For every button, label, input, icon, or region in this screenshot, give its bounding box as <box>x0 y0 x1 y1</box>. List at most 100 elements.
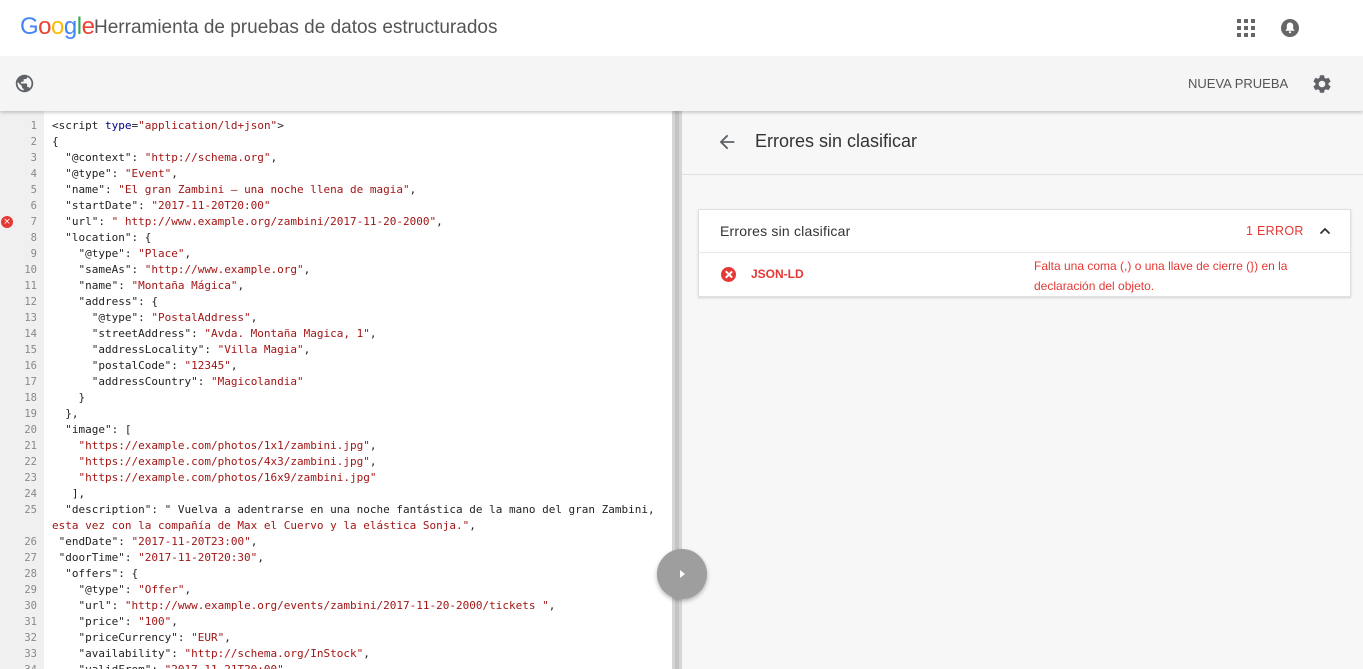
code-text: "@context": "http://schema.org", <box>52 151 278 164</box>
code-line[interactable]: 27 "doorTime": "2017-11-20T20:30", <box>0 550 672 566</box>
error-row[interactable]: JSON-LD Falta una coma (,) o una llave d… <box>699 253 1350 297</box>
error-count-badge: 1 ERROR <box>1246 224 1304 238</box>
code-text: }, <box>52 407 79 420</box>
error-group-header[interactable]: Errores sin clasificar 1 ERROR <box>699 210 1350 253</box>
code-line[interactable]: 17 "addressCountry": "Magicolandia" <box>0 374 672 390</box>
code-text: "validFrom": "2017-11-21T20:00" <box>52 662 283 669</box>
line-number: 20 <box>24 424 37 436</box>
code-line[interactable]: 11 "name": "Montaña Mágica", <box>0 278 672 294</box>
code-line[interactable]: 4 "@type": "Event", <box>0 166 672 182</box>
code-line[interactable]: 22 "https://example.com/photos/4x3/zambi… <box>0 454 672 470</box>
line-number: 16 <box>24 360 37 372</box>
code-line[interactable]: 15 "addressLocality": "Villa Magia", <box>0 342 672 358</box>
results-title: Errores sin clasificar <box>755 131 918 151</box>
line-number: 10 <box>24 264 37 276</box>
code-line[interactable]: 28 "offers": { <box>0 566 672 582</box>
line-number: 29 <box>24 584 37 596</box>
code-line[interactable]: 18 } <box>0 390 672 406</box>
new-test-button[interactable]: NUEVA PRUEBA <box>1176 72 1300 96</box>
code-line[interactable]: esta vez con la compañía de Max el Cuerv… <box>0 518 672 534</box>
code-text: "sameAs": "http://www.example.org", <box>52 263 311 276</box>
code-text: <script type="application/ld+json"> <box>52 119 284 132</box>
line-number: 17 <box>24 376 37 388</box>
code-line[interactable]: 30 "url": "http://www.example.org/events… <box>0 598 672 614</box>
line-number: 25 <box>24 504 37 516</box>
code-line[interactable]: 5 "name": "El gran Zambini – una noche l… <box>0 182 672 198</box>
code-line[interactable]: 6 "startDate": "2017-11-20T20:00" <box>0 198 672 214</box>
code-text: "https://example.com/photos/1x1/zambini.… <box>78 439 377 452</box>
code-text: esta vez con la compañía de Max el Cuerv… <box>52 519 476 532</box>
app-title: Herramienta de pruebas de datos estructu… <box>94 17 498 38</box>
code-text: "streetAddress": "Avda. Montaña Magica, … <box>52 327 377 340</box>
line-number: 13 <box>24 312 37 324</box>
arrow-back-icon[interactable] <box>716 131 738 153</box>
code-text: ], <box>52 487 86 500</box>
app-header: Google Herramienta de pruebas de datos e… <box>0 0 1363 56</box>
error-icon <box>721 267 736 282</box>
code-text: "availability": "http://schema.org/InSto… <box>52 647 370 660</box>
logo-letter: G <box>20 13 39 40</box>
chevron-up-icon[interactable] <box>1318 224 1332 238</box>
code-line[interactable]: 3 "@context": "http://schema.org", <box>0 150 672 166</box>
line-number: 21 <box>24 440 37 452</box>
line-number: 11 <box>24 280 37 292</box>
notifications-icon[interactable] <box>1280 18 1300 38</box>
results-header: Errores sin clasificar <box>682 111 1363 175</box>
code-line[interactable]: 31 "price": "100", <box>0 614 672 630</box>
code-line[interactable]: 8 "location": { <box>0 230 672 246</box>
line-number: 18 <box>24 392 37 404</box>
globe-icon[interactable] <box>14 73 35 94</box>
code-text: "startDate": "2017-11-20T20:00" <box>52 199 271 212</box>
code-editor[interactable]: 1 <script type="application/ld+json"> 2{3 … <box>0 111 672 669</box>
line-number: 1 <box>30 120 37 132</box>
code-text: "@type": "PostalAddress", <box>52 311 258 324</box>
code-line[interactable]: 13 "@type": "PostalAddress", <box>0 310 672 326</box>
error-group-title: Errores sin clasificar <box>720 223 851 239</box>
line-number: 27 <box>24 552 37 564</box>
code-line[interactable]: 16 "postalCode": "12345", <box>0 358 672 374</box>
code-text: "doorTime": "2017-11-20T20:30", <box>52 551 264 564</box>
code-line[interactable]: 21 "https://example.com/photos/1x1/zambi… <box>0 438 672 454</box>
code-line[interactable]: 26 "endDate": "2017-11-20T23:00", <box>0 534 672 550</box>
code-line[interactable]: × 7 "url": " http://www.example.org/zambi… <box>0 214 672 230</box>
code-line[interactable]: 25 "description": " Vuelva a adentrarse … <box>0 502 672 518</box>
code-line[interactable]: 33 "availability": "http://schema.org/In… <box>0 646 672 662</box>
line-number: 30 <box>24 600 37 612</box>
code-line[interactable]: 2{ <box>0 134 672 150</box>
line-number: 6 <box>30 200 37 212</box>
code-text: "priceCurrency": "EUR", <box>52 631 231 644</box>
run-test-button[interactable] <box>657 549 707 599</box>
code-line[interactable]: 19 }, <box>0 406 672 422</box>
code-line[interactable]: 29 "@type": "Offer", <box>0 582 672 598</box>
code-text: "offers": { <box>52 567 139 580</box>
code-line[interactable]: 34 "validFrom": "2017-11-21T20:00" <box>0 662 672 669</box>
code-text: "https://example.com/photos/4x3/zambini.… <box>78 455 377 468</box>
code-line[interactable]: 10 "sameAs": "http://www.example.org", <box>0 262 672 278</box>
code-text: "postalCode": "12345", <box>52 359 238 372</box>
code-line[interactable]: 9 "@type": "Place", <box>0 246 672 262</box>
code-line[interactable]: 23 "https://example.com/photos/16x9/zamb… <box>0 470 672 486</box>
code-text: "addressCountry": "Magicolandia" <box>52 375 304 388</box>
code-text: "image": [ <box>52 423 132 436</box>
google-logo: Google <box>20 13 95 41</box>
code-line[interactable]: 14 "streetAddress": "Avda. Montaña Magic… <box>0 326 672 342</box>
line-number: 5 <box>30 184 37 196</box>
code-line[interactable]: 12 "address": { <box>0 294 672 310</box>
line-number: 7 <box>30 216 37 228</box>
code-text: { <box>52 135 59 148</box>
gear-icon[interactable] <box>1311 73 1333 95</box>
line-number: 9 <box>30 248 37 260</box>
code-line[interactable]: 24 ], <box>0 486 672 502</box>
code-text: "endDate": "2017-11-20T23:00", <box>52 535 258 548</box>
error-type: JSON-LD <box>751 267 804 281</box>
code-line[interactable]: 32 "priceCurrency": "EUR", <box>0 630 672 646</box>
line-number: 2 <box>30 136 37 148</box>
code-line[interactable]: 1 <script type="application/ld+json"> <box>0 118 672 134</box>
apps-icon[interactable] <box>1237 19 1255 37</box>
toolbar: NUEVA PRUEBA <box>0 56 1363 111</box>
code-text: "@type": "Offer", <box>52 583 192 596</box>
code-text: "name": "Montaña Mágica", <box>52 279 245 292</box>
line-number: 12 <box>24 296 37 308</box>
line-number: 28 <box>24 568 37 580</box>
code-line[interactable]: 20 "image": [ <box>0 422 672 438</box>
